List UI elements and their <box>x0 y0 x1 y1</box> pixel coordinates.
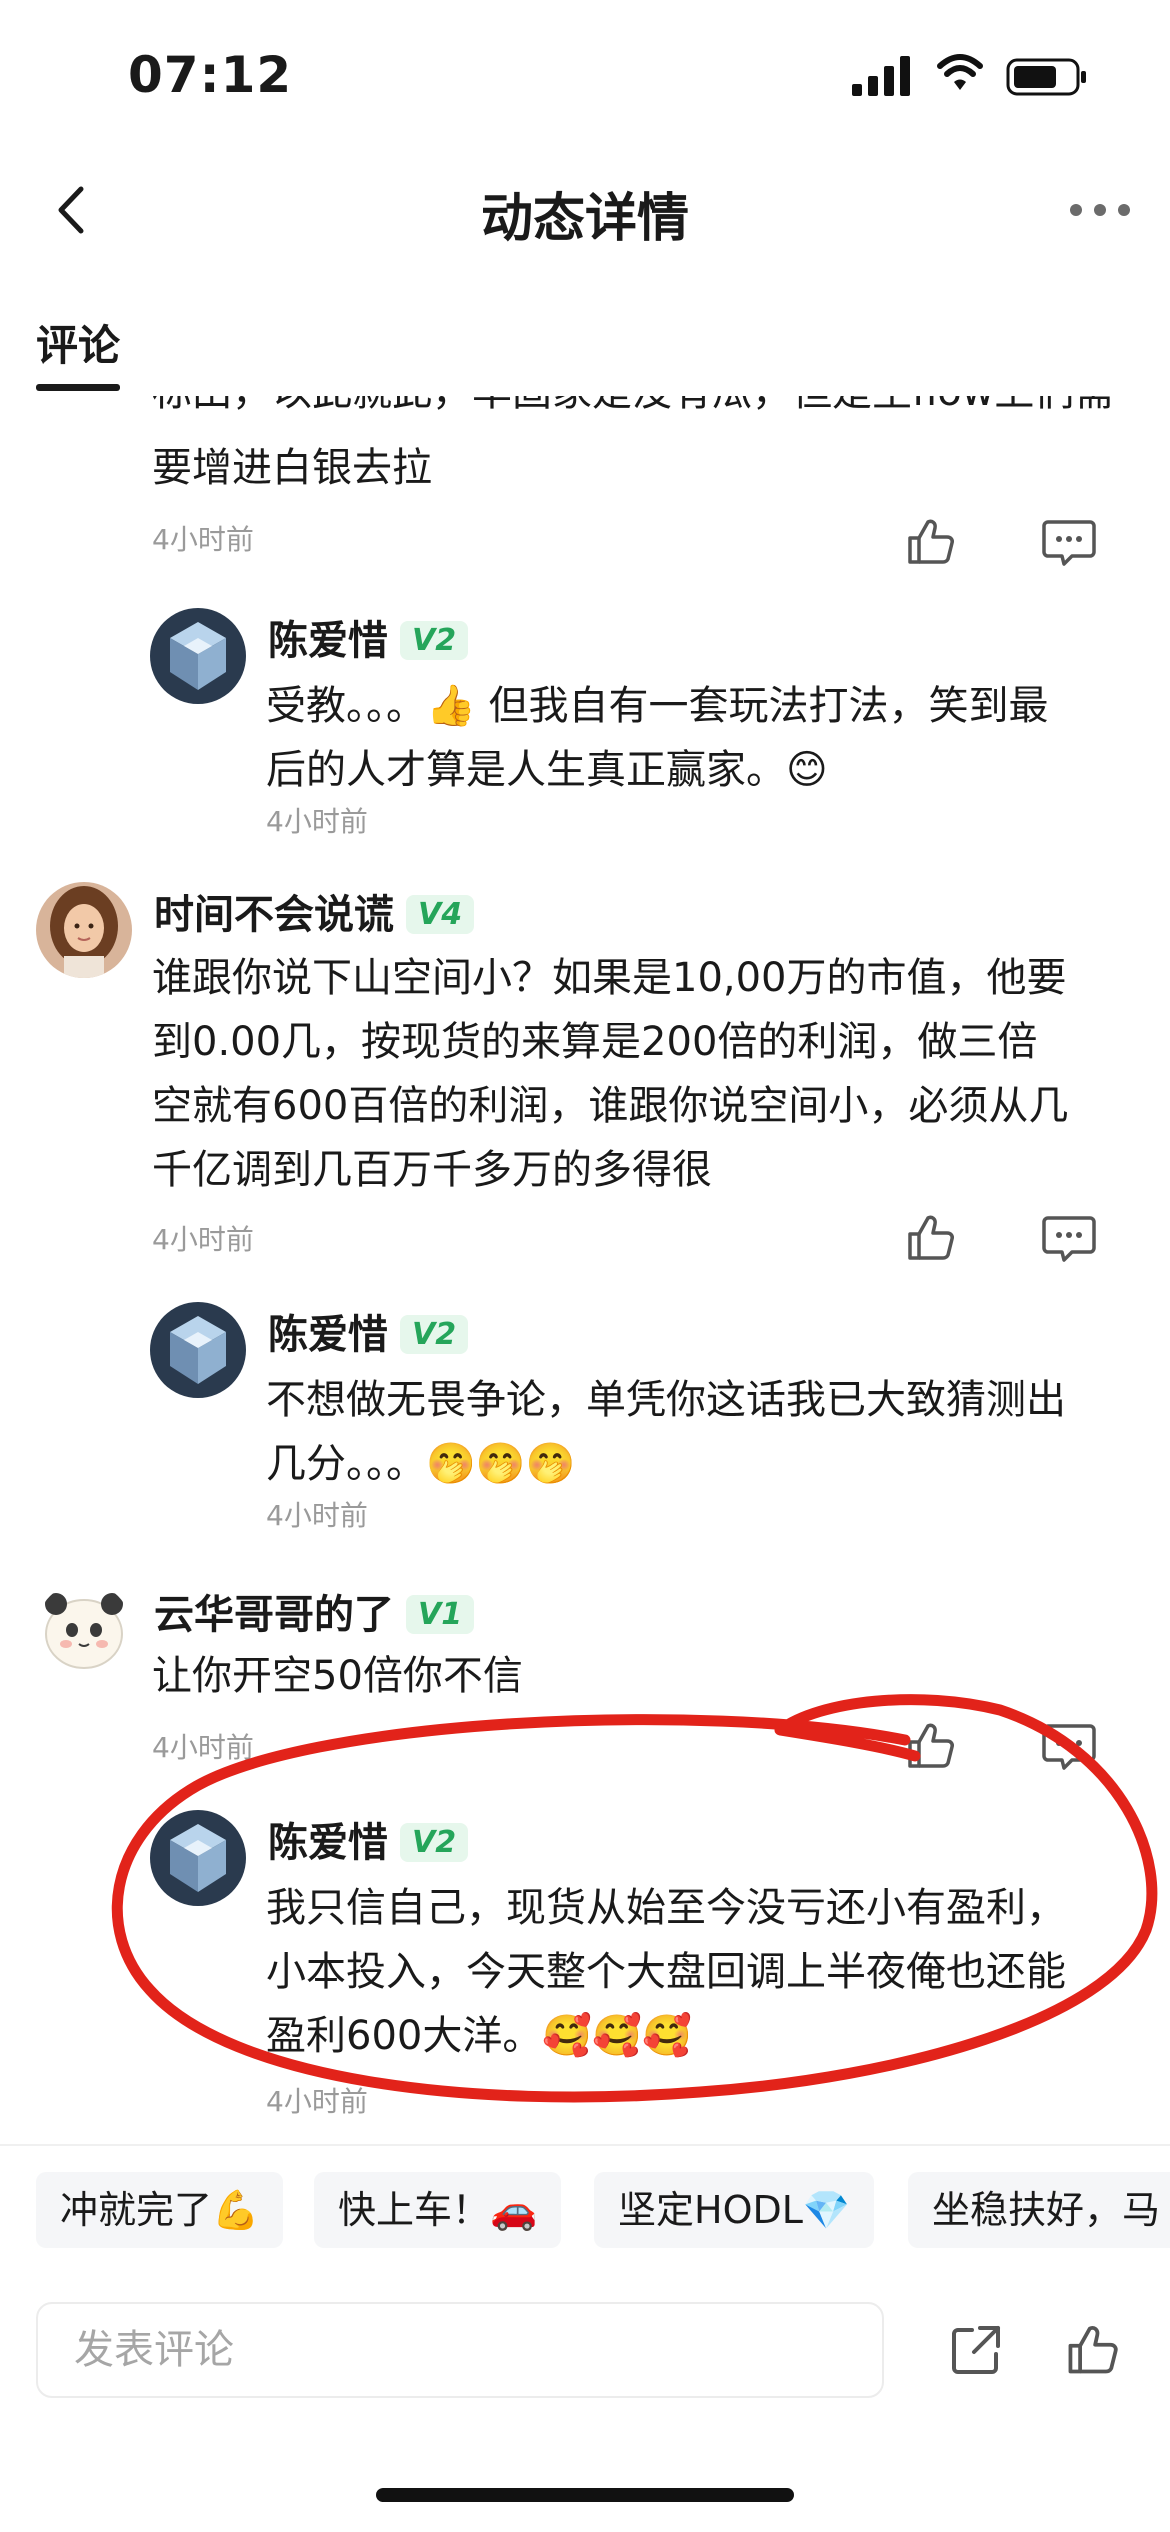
battery-icon <box>1006 58 1086 96</box>
home-indicator[interactable] <box>376 2488 794 2502</box>
tab-bar: 评论 <box>0 296 1170 396</box>
quick-reply-chip[interactable]: 坚定HODL💎 <box>594 2172 875 2248</box>
tab-active-indicator <box>36 384 120 391</box>
red-annotation-circle <box>111 1694 1158 2103</box>
quick-reply-row[interactable]: 冲就完了💪 快上车！🚗 坚定HODL💎 坐稳扶好，马 <box>0 2172 1170 2252</box>
share-icon[interactable] <box>948 2322 1004 2378</box>
cellular-signal-icon <box>852 56 910 96</box>
nav-bar: 动态详情 <box>0 150 1170 270</box>
divider <box>0 2144 1170 2146</box>
status-bar: 07:12 <box>0 0 1170 150</box>
quick-reply-chip[interactable]: 坐稳扶好，马 <box>908 2172 1170 2248</box>
comment-input[interactable] <box>38 2304 882 2396</box>
comment-input-box[interactable] <box>36 2302 884 2398</box>
more-options-button[interactable] <box>1070 190 1130 230</box>
tab-comments[interactable]: 评论 <box>36 312 120 373</box>
page-title: 动态详情 <box>480 189 689 249</box>
status-time: 07:12 <box>128 46 293 104</box>
comment-list[interactable]: 标田，以此就此，率固家是没有瓜，但是主flow上们需 要增进白银去拉 4小时前 … <box>0 396 1170 2136</box>
dot-icon <box>1118 204 1130 216</box>
dot-icon <box>1094 204 1106 216</box>
dot-icon <box>1070 204 1082 216</box>
quick-reply-chip[interactable]: 快上车！🚗 <box>314 2172 562 2248</box>
quick-reply-chip[interactable]: 冲就完了💪 <box>36 2172 284 2248</box>
like-icon[interactable] <box>1064 2320 1122 2378</box>
wifi-icon <box>937 54 983 90</box>
